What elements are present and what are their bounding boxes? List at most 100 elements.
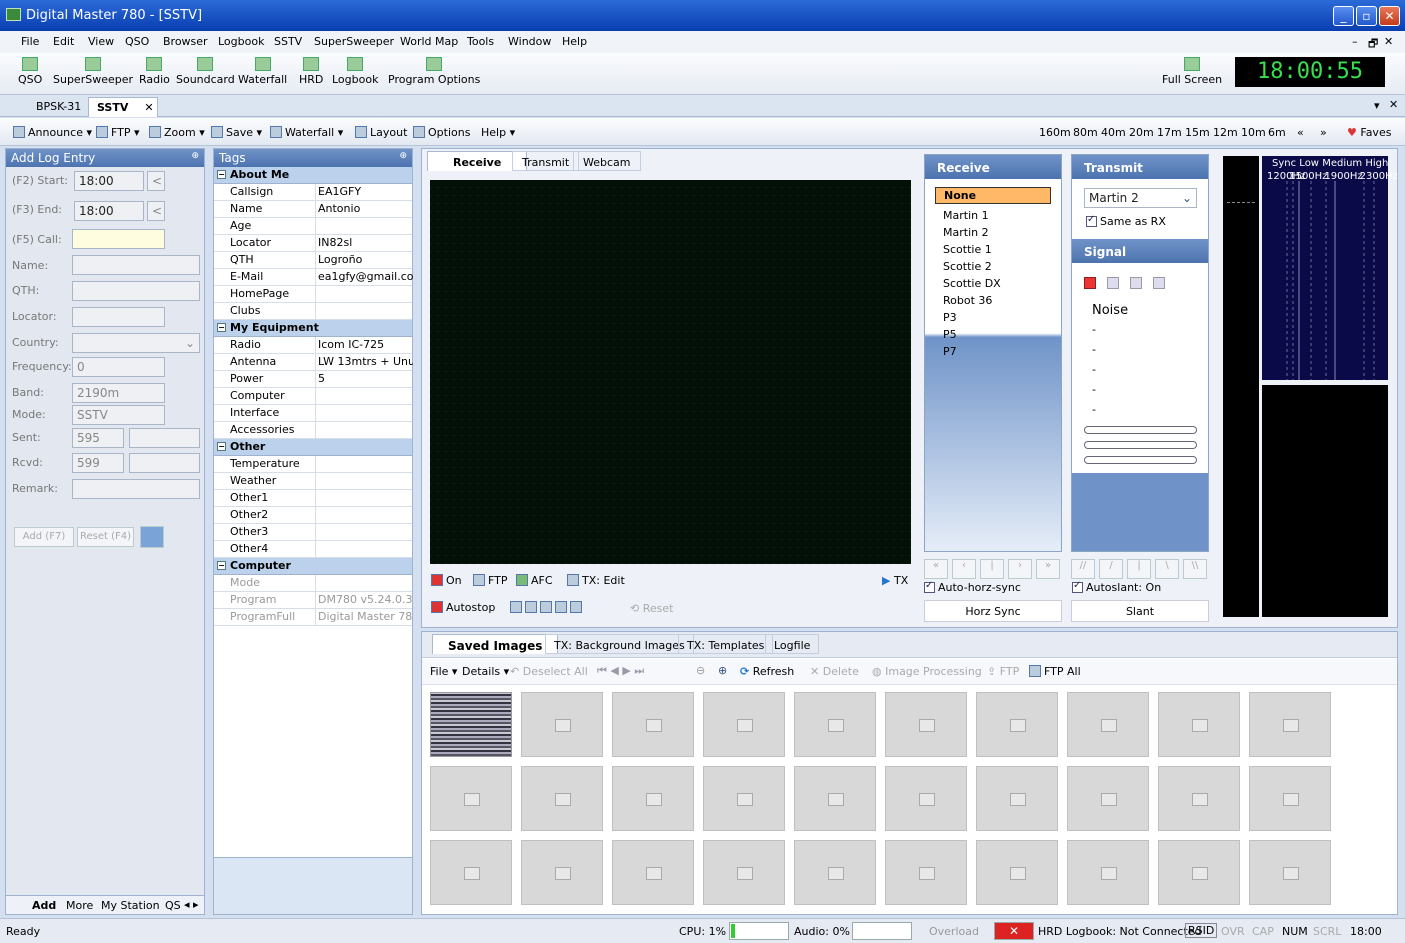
empty-thumbnail[interactable] [703, 766, 785, 831]
sync-nav-buttons[interactable]: «‹ | ›» [924, 559, 1062, 579]
tag-row[interactable]: Locator IN82sl [214, 235, 412, 252]
country-select[interactable]: ⌄ [72, 333, 200, 353]
tag-row[interactable]: Age [214, 218, 412, 235]
tag-value[interactable]: LW 13mtrs + Unun 9 [318, 354, 413, 369]
tag-row[interactable]: Other2 [214, 507, 412, 524]
end-time-input[interactable]: 18:00 [74, 201, 144, 221]
tag-value[interactable] [318, 524, 413, 526]
tag-value[interactable] [318, 575, 413, 577]
logbook-button[interactable]: Logbook [332, 57, 378, 86]
tag-value[interactable] [318, 388, 413, 390]
auto-horz-sync-checkbox[interactable]: Auto-horz-sync [924, 580, 1021, 594]
slant-left2-button[interactable]: // [1071, 559, 1095, 579]
tag-value[interactable] [318, 507, 413, 509]
saved-image-thumbnail[interactable] [430, 692, 512, 757]
frequency-input[interactable]: 0 [72, 357, 165, 377]
tab-qs[interactable]: QS [165, 899, 181, 912]
tx-edit-button[interactable]: TX: Edit [567, 574, 625, 587]
rx-mode-item[interactable]: P3 [935, 310, 1051, 327]
mdi-restore-button[interactable]: 🗗 [1368, 35, 1378, 54]
empty-thumbnail[interactable] [1158, 692, 1240, 757]
tag-row[interactable]: Weather [214, 473, 412, 490]
empty-thumbnail[interactable] [521, 766, 603, 831]
empty-thumbnail[interactable] [521, 692, 603, 757]
empty-thumbnail[interactable] [521, 840, 603, 905]
tag-group-header[interactable]: − Computer [214, 558, 412, 575]
tx-mode-select[interactable]: Martin 2 ⌄ [1084, 188, 1197, 208]
rx-mode-item[interactable]: Martin 1 [935, 208, 1051, 225]
tab-transmit[interactable]: Transmit [512, 151, 580, 171]
name-input[interactable] [72, 255, 200, 275]
rx-mode-item[interactable]: Martin 2 [935, 225, 1051, 242]
tag-value[interactable]: Antonio [318, 201, 413, 216]
pin-icon[interactable]: ⊕ [399, 151, 407, 161]
deselect-all-button[interactable]: ↶ Deselect All [510, 665, 588, 678]
close-button[interactable]: ✕ [1379, 6, 1400, 26]
empty-thumbnail[interactable] [885, 766, 967, 831]
tag-value[interactable] [318, 541, 413, 543]
sync-prev-button[interactable]: ‹ [952, 559, 976, 579]
tag-value[interactable] [318, 473, 413, 475]
empty-thumbnail[interactable] [794, 766, 876, 831]
tab-list-dropdown-icon[interactable]: ▾ [1374, 99, 1380, 112]
menu-worldmap[interactable]: World Map [400, 35, 458, 48]
slant-nav-buttons[interactable]: /// | \ \\ [1071, 559, 1209, 579]
tab-my-station[interactable]: My Station [101, 899, 160, 912]
image-processing-button[interactable]: ◍ Image Processing [872, 665, 982, 678]
tab-more[interactable]: More [66, 899, 93, 912]
tx-button[interactable]: ▶ TX [882, 574, 908, 587]
tag-value[interactable] [318, 422, 413, 424]
tab-webcam[interactable]: Webcam [573, 151, 641, 171]
zoom-dropdown[interactable]: Zoom ▾ [149, 126, 205, 139]
empty-thumbnail[interactable] [1249, 692, 1331, 757]
tag-row[interactable]: Name Antonio [214, 201, 412, 218]
rx-mode-item[interactable]: P5 [935, 327, 1051, 344]
tag-value[interactable] [318, 405, 413, 407]
empty-thumbnail[interactable] [703, 692, 785, 757]
tabs-scroll-icon[interactable]: ◂ ▸ [184, 898, 199, 911]
sync-last-button[interactable]: » [1036, 559, 1060, 579]
rcvd-rst-input[interactable]: 599 [72, 453, 124, 473]
slant-right-button[interactable]: \ [1155, 559, 1179, 579]
tag-value[interactable]: Icom IC-725 [318, 337, 413, 352]
rx-mode-item[interactable]: Scottie 1 [935, 242, 1051, 259]
slant-left-button[interactable]: / [1099, 559, 1123, 579]
tag-row[interactable]: Program DM780 v5.24.0.38 [214, 592, 413, 609]
menu-sstv[interactable]: SSTV [274, 35, 302, 48]
tag-group-header[interactable]: − About Me [214, 167, 412, 184]
layout-button[interactable]: Layout [355, 126, 407, 139]
tag-value[interactable]: 5 [318, 371, 413, 386]
slant-center-button[interactable]: | [1127, 559, 1151, 579]
tag-value[interactable] [318, 490, 413, 492]
band-15m[interactable]: 15m [1185, 126, 1210, 139]
slant-right2-button[interactable]: \\ [1183, 559, 1207, 579]
log-options-icon[interactable] [140, 526, 164, 548]
empty-thumbnail[interactable] [976, 692, 1058, 757]
tag-row[interactable]: Other3 [214, 524, 412, 541]
empty-thumbnail[interactable] [885, 692, 967, 757]
menu-help[interactable]: Help [562, 35, 587, 48]
tag-row[interactable]: E-Mailea1gfy@gmail.com [214, 269, 413, 286]
menu-view[interactable]: View [88, 35, 114, 48]
ftp-dropdown[interactable]: FTP ▾ [96, 126, 140, 139]
minimize-button[interactable]: _ [1333, 6, 1354, 26]
band-17m[interactable]: 17m [1157, 126, 1182, 139]
tag-value[interactable] [318, 456, 413, 458]
band-next-button[interactable]: » [1320, 126, 1327, 139]
empty-thumbnail[interactable] [1249, 840, 1331, 905]
tag-value[interactable]: DM780 v5.24.0.38 [318, 592, 413, 607]
rx-mode-item[interactable]: Robot 36 [935, 293, 1051, 310]
tag-row[interactable]: Computer [214, 388, 412, 405]
help-dropdown[interactable]: Help ▾ [481, 126, 515, 139]
gallery-ftp-button[interactable]: ⇪ FTP [987, 665, 1019, 678]
empty-thumbnail[interactable] [1067, 692, 1149, 757]
tag-row[interactable]: HomePage [214, 286, 412, 303]
empty-thumbnail[interactable] [1158, 766, 1240, 831]
menu-file[interactable]: File [21, 35, 39, 48]
tag-row[interactable]: QTH Logroño [214, 252, 412, 269]
tag-row[interactable]: Interface [214, 405, 412, 422]
refresh-button[interactable]: ⟳ Refresh [740, 665, 794, 678]
close-tab-icon[interactable]: ✕ [144, 101, 153, 114]
ftp-all-button[interactable]: FTP All [1029, 665, 1081, 678]
band-select[interactable]: 2190m [72, 383, 165, 403]
